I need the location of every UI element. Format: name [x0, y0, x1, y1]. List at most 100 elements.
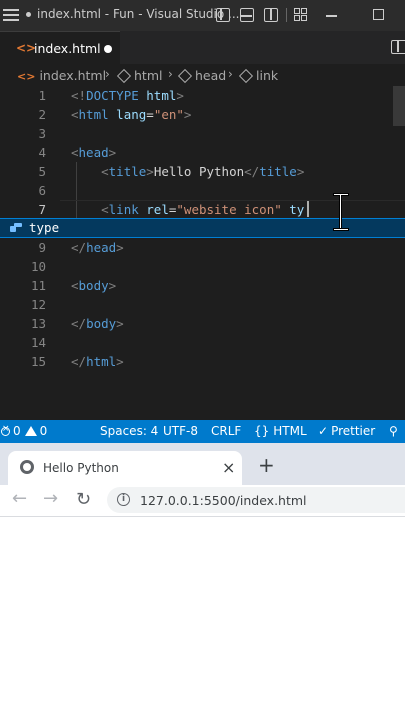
code-token: =	[146, 107, 154, 122]
problems-indicator[interactable]: 00	[1, 424, 47, 438]
code-token: <	[71, 278, 79, 293]
site-info-icon[interactable]: i	[117, 493, 130, 506]
code-token: >	[176, 88, 184, 103]
breadcrumb-file-label: index.html	[39, 68, 107, 83]
code-text: <link rel="website icon" ty	[71, 200, 304, 219]
code-token: rel	[146, 202, 169, 217]
code-text: <!DOCTYPE html>	[71, 86, 184, 105]
line-number: 10	[30, 259, 46, 274]
unsaved-dot-icon	[26, 12, 31, 17]
breadcrumb-head[interactable]: head	[177, 68, 227, 84]
toggle-panel-icon[interactable]	[240, 8, 254, 22]
new-tab-button[interactable]: +	[258, 453, 275, 477]
element-icon	[116, 68, 132, 84]
prettier-button[interactable]: ✓ Prettier	[318, 424, 375, 438]
code-line[interactable]: 13 </body>	[0, 314, 405, 333]
code-token: <	[101, 164, 109, 179]
customize-layout-icon[interactable]	[294, 8, 308, 22]
language-label: HTML	[273, 424, 307, 438]
breadcrumb-html[interactable]: html	[116, 68, 163, 84]
code-text: </body>	[71, 314, 124, 333]
maximize-icon[interactable]	[373, 9, 384, 20]
code-token: "en"	[153, 107, 184, 122]
close-tab-icon[interactable]: ×	[222, 458, 235, 477]
code-token: link	[108, 202, 139, 217]
code-text: <title>Hello Python</title>	[71, 162, 304, 181]
code-token: "website icon"	[176, 202, 282, 217]
line-number: 6	[38, 183, 46, 198]
code-token: </	[244, 164, 260, 179]
split-editor-icon[interactable]	[391, 40, 405, 54]
code-token: body	[86, 316, 117, 331]
braces-icon: {}	[254, 424, 270, 438]
code-line[interactable]: 12	[0, 295, 405, 314]
reload-button[interactable]: ↻	[76, 489, 91, 510]
breadcrumb-html-label: html	[134, 68, 163, 83]
html-file-icon: <>	[17, 70, 36, 83]
browser-toolbar: ← → ↻ i 127.0.0.1:5500/index.html	[0, 485, 405, 517]
code-editor[interactable]: 1 <!DOCTYPE html> 2 <html lang="en"> 3 4 <head…	[0, 86, 405, 420]
breadcrumb-file[interactable]: <> index.html	[17, 68, 106, 83]
line-number: 2	[38, 107, 46, 122]
code-token: >	[108, 145, 117, 160]
warning-icon	[24, 426, 37, 436]
title-bar: index.html - Fun - Visual Studio ...	[0, 0, 405, 31]
code-line[interactable]: 9 </head>	[0, 238, 405, 257]
forward-button[interactable]: →	[43, 488, 58, 509]
element-icon	[238, 68, 254, 84]
code-token: <!	[71, 88, 87, 103]
unsaved-indicator-icon[interactable]	[104, 45, 112, 53]
address-bar[interactable]: i 127.0.0.1:5500/index.html	[107, 487, 405, 513]
code-token: >	[296, 164, 305, 179]
breadcrumb: <> index.html › html › head › link	[0, 64, 405, 86]
language-mode-button[interactable]: {} HTML	[254, 424, 307, 438]
toggle-primary-sidebar-icon[interactable]	[216, 8, 230, 22]
code-token: >	[108, 278, 117, 293]
chevron-right-icon: ›	[168, 67, 173, 81]
element-icon	[177, 68, 193, 84]
code-line[interactable]: 11 <body>	[0, 276, 405, 295]
code-token: </	[71, 240, 87, 255]
window-title-text: index.html - Fun - Visual Studio ...	[37, 7, 240, 21]
chevron-right-icon: ›	[228, 67, 233, 81]
code-line[interactable]: 5 <title>Hello Python</title>	[0, 162, 405, 181]
code-text: <body>	[71, 276, 116, 295]
line-number: 11	[30, 278, 46, 293]
code-line[interactable]: 4 <head>	[0, 143, 405, 162]
code-token: <	[71, 145, 79, 160]
title-separator	[286, 8, 287, 22]
toggle-secondary-sidebar-icon[interactable]	[264, 8, 278, 22]
minimap-slider[interactable]	[393, 86, 405, 126]
code-line[interactable]: 2 <html lang="en">	[0, 105, 405, 124]
breadcrumb-link[interactable]: link	[238, 68, 278, 84]
status-bar: 00 Spaces: 4 UTF-8 CRLF {}HTML ✓Prettier…	[0, 420, 405, 443]
tab-index-html[interactable]: <> index.html	[0, 31, 120, 64]
code-token: <	[71, 107, 79, 122]
code-token: body	[78, 278, 109, 293]
code-line[interactable]: 1 <!DOCTYPE html>	[0, 86, 405, 105]
feedback-icon[interactable]: ⚲	[389, 424, 398, 438]
back-button[interactable]: ←	[12, 488, 27, 509]
code-token: lang	[116, 107, 147, 122]
code-line[interactable]: 3	[0, 124, 405, 143]
code-line[interactable]: 14	[0, 333, 405, 352]
menu-icon[interactable]	[3, 9, 19, 21]
indentation-button[interactable]: Spaces: 4	[100, 424, 158, 438]
eol-button[interactable]: CRLF	[211, 424, 241, 438]
minimize-icon[interactable]	[326, 15, 337, 17]
code-line[interactable]: 15 </html>	[0, 352, 405, 371]
browser-tab-hello-python[interactable]: Hello Python ×	[8, 451, 242, 485]
code-token: >	[116, 316, 124, 331]
line-number: 3	[38, 126, 46, 141]
breadcrumb-head-label: head	[195, 68, 227, 83]
code-token: html	[78, 107, 109, 122]
code-token: </	[71, 316, 87, 331]
line-number: 1	[38, 88, 46, 103]
code-line[interactable]: 10	[0, 257, 405, 276]
code-token: DOCTYPE	[86, 88, 139, 103]
suggestion-label: type	[29, 220, 60, 235]
encoding-button[interactable]: UTF-8	[163, 424, 198, 438]
line-number: 9	[38, 240, 46, 255]
